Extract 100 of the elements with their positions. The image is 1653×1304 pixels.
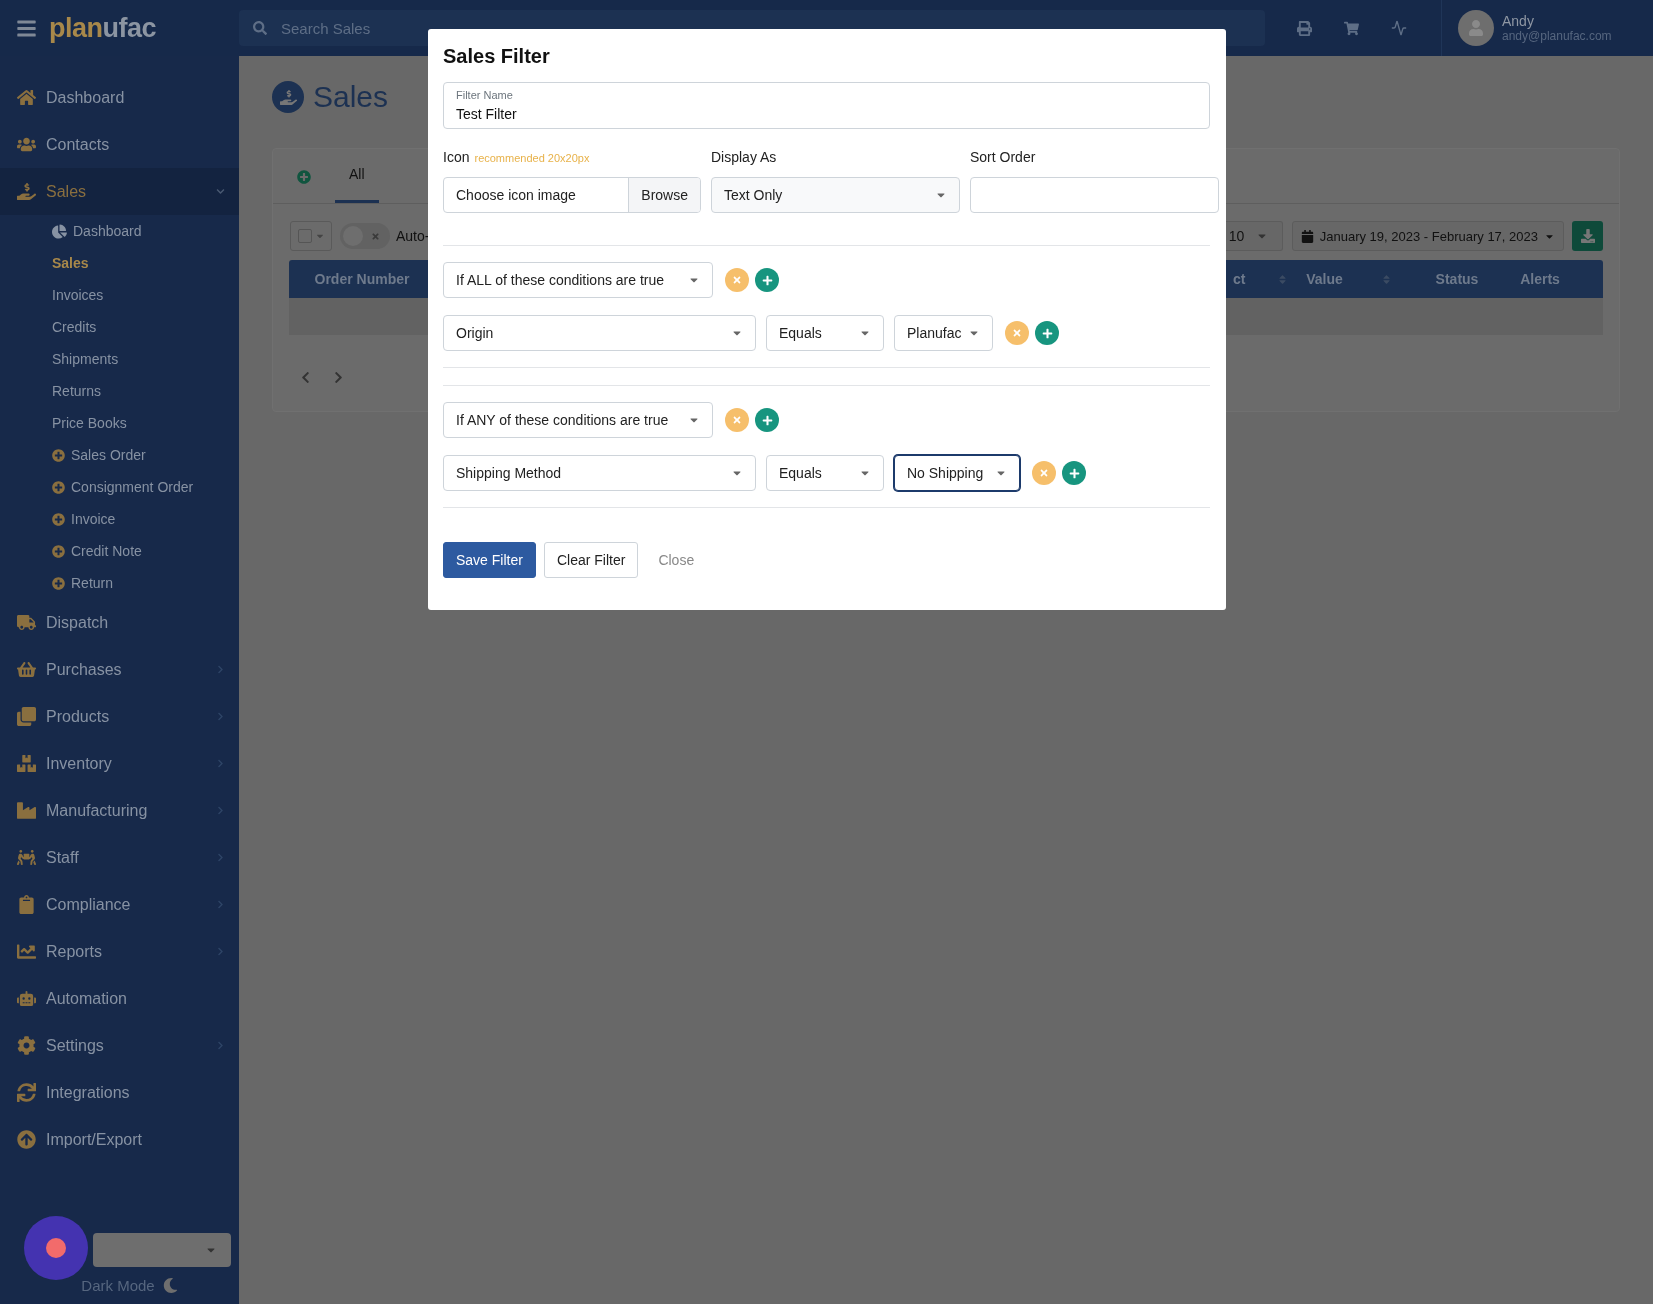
sort-order-field[interactable] (970, 177, 1219, 213)
download-button[interactable] (1572, 221, 1603, 251)
sidebar-subitem[interactable]: Consignment Order (0, 471, 239, 503)
remove-button[interactable] (725, 268, 749, 292)
value-select[interactable]: Planufac (894, 315, 993, 351)
sidebar-item[interactable]: Dispatch (0, 599, 239, 646)
remove-button[interactable] (725, 408, 749, 432)
x-icon (1039, 468, 1049, 478)
toggle-switch[interactable] (340, 223, 390, 249)
sidebar-item[interactable]: Staff (0, 834, 239, 881)
sidebar-item[interactable]: Contacts (0, 121, 239, 168)
date-range-button[interactable]: January 19, 2023 - February 17, 2023 (1291, 221, 1564, 251)
field-select[interactable]: Shipping Method (443, 455, 756, 491)
line-chart-icon (17, 942, 36, 961)
sidebar-item[interactable]: Automation (0, 975, 239, 1022)
sidebar-subitem[interactable]: Price Books (0, 407, 239, 439)
add-button[interactable] (755, 268, 779, 292)
avatar[interactable] (1458, 10, 1494, 46)
sidebar-subitem[interactable]: Credit Note (0, 535, 239, 567)
user-name: Andy (1502, 13, 1535, 29)
sort-icon[interactable] (1380, 273, 1392, 285)
sidebar-item[interactable]: Import/Export (0, 1116, 239, 1163)
tab[interactable]: All (335, 148, 379, 203)
sidebar-item[interactable]: Manufacturing (0, 787, 239, 834)
remove-button[interactable] (1005, 321, 1029, 345)
dot-icon (46, 1238, 66, 1258)
value-select[interactable]: No Shipping (894, 455, 1020, 491)
sidebar-subitem[interactable]: Invoice (0, 503, 239, 535)
sync-icon (17, 1083, 36, 1102)
sidebar-item[interactable]: Products (0, 693, 239, 740)
truck-icon (17, 613, 36, 632)
copy-icon (17, 707, 36, 726)
operator-select[interactable]: Equals (766, 315, 884, 351)
home-icon (17, 88, 36, 107)
select-checkbox[interactable] (290, 221, 332, 251)
users-icon (17, 135, 36, 154)
add-tab-icon[interactable] (297, 170, 311, 184)
logo: planufac (49, 12, 157, 44)
pie-chart-icon (52, 223, 67, 239)
condition-mode-select[interactable]: If ANY of these conditions are true (443, 402, 713, 438)
display-select[interactable]: Text Only (711, 177, 960, 213)
x-icon (732, 415, 742, 425)
select-field[interactable] (93, 1233, 231, 1267)
sidebar-item[interactable]: Inventory (0, 740, 239, 787)
floating-label: Filter Name (456, 89, 513, 101)
plus-icon (1068, 467, 1080, 479)
toggle-label: Auto- (396, 228, 430, 244)
sidebar-subitem[interactable]: Sales (0, 247, 239, 279)
sidebar-subitem[interactable]: Invoices (0, 279, 239, 311)
next-page-button[interactable] (332, 371, 345, 384)
x-icon (1012, 328, 1022, 338)
column-header[interactable]: Alerts (1520, 271, 1560, 287)
clear-button[interactable]: Clear Filter (543, 542, 639, 578)
sidebar-item[interactable]: Purchases (0, 646, 239, 693)
user-email: andy@planufac.com (1502, 29, 1612, 43)
add-button[interactable] (1035, 321, 1059, 345)
operator-select[interactable]: Equals (766, 455, 884, 491)
printer-icon[interactable] (1297, 20, 1312, 36)
calendar-icon (1300, 229, 1314, 243)
sidebar-subitem[interactable]: Return (0, 567, 239, 599)
column-header[interactable]: ct (1233, 271, 1246, 287)
field-label: Display As (711, 149, 777, 165)
moon-icon[interactable] (162, 1278, 178, 1293)
sidebar-subitem[interactable]: Dashboard (0, 215, 239, 247)
x-icon (371, 231, 380, 241)
dark-mode-label: Dark Mode (81, 1277, 155, 1294)
sidebar-subitem[interactable]: Shipments (0, 343, 239, 375)
sidebar-item[interactable]: Compliance (0, 881, 239, 928)
download-icon (1580, 229, 1595, 243)
column-header[interactable]: Value (1306, 271, 1343, 287)
page-title: Sales (313, 80, 389, 114)
close-button[interactable]: Close (646, 542, 707, 578)
plus-icon (761, 274, 773, 286)
hand-dollar-icon (17, 182, 36, 201)
search-icon (253, 21, 267, 35)
menu-icon[interactable] (16, 17, 37, 39)
hand-dollar-icon (272, 81, 304, 113)
hint-text: recommended 20x20px (474, 152, 590, 164)
sort-icon[interactable] (1277, 273, 1289, 285)
column-header[interactable]: Order Number (314, 271, 410, 287)
pulse-icon[interactable] (1391, 20, 1407, 36)
remove-button[interactable] (1032, 461, 1056, 485)
cart-icon[interactable] (1344, 20, 1359, 36)
basket-icon (17, 660, 36, 679)
settings-icon (17, 1036, 36, 1055)
sidebar-item[interactable]: Settings (0, 1022, 239, 1069)
column-header[interactable]: Status (1435, 271, 1479, 287)
condition-mode-select[interactable]: If ALL of these conditions are true (443, 262, 713, 298)
add-button[interactable] (755, 408, 779, 432)
sidebar-subitem[interactable]: Returns (0, 375, 239, 407)
sidebar-item[interactable]: Sales (0, 168, 239, 215)
previous-page-button[interactable] (299, 371, 312, 384)
field-select[interactable]: Origin (443, 315, 756, 351)
sidebar-item[interactable]: Reports (0, 928, 239, 975)
add-button[interactable] (1062, 461, 1086, 485)
sidebar-subitem[interactable]: Credits (0, 311, 239, 343)
save-button[interactable]: Save Filter (443, 542, 536, 578)
sidebar-item[interactable]: Dashboard (0, 74, 239, 121)
sidebar-item[interactable]: Integrations (0, 1069, 239, 1116)
sidebar-subitem[interactable]: Sales Order (0, 439, 239, 471)
